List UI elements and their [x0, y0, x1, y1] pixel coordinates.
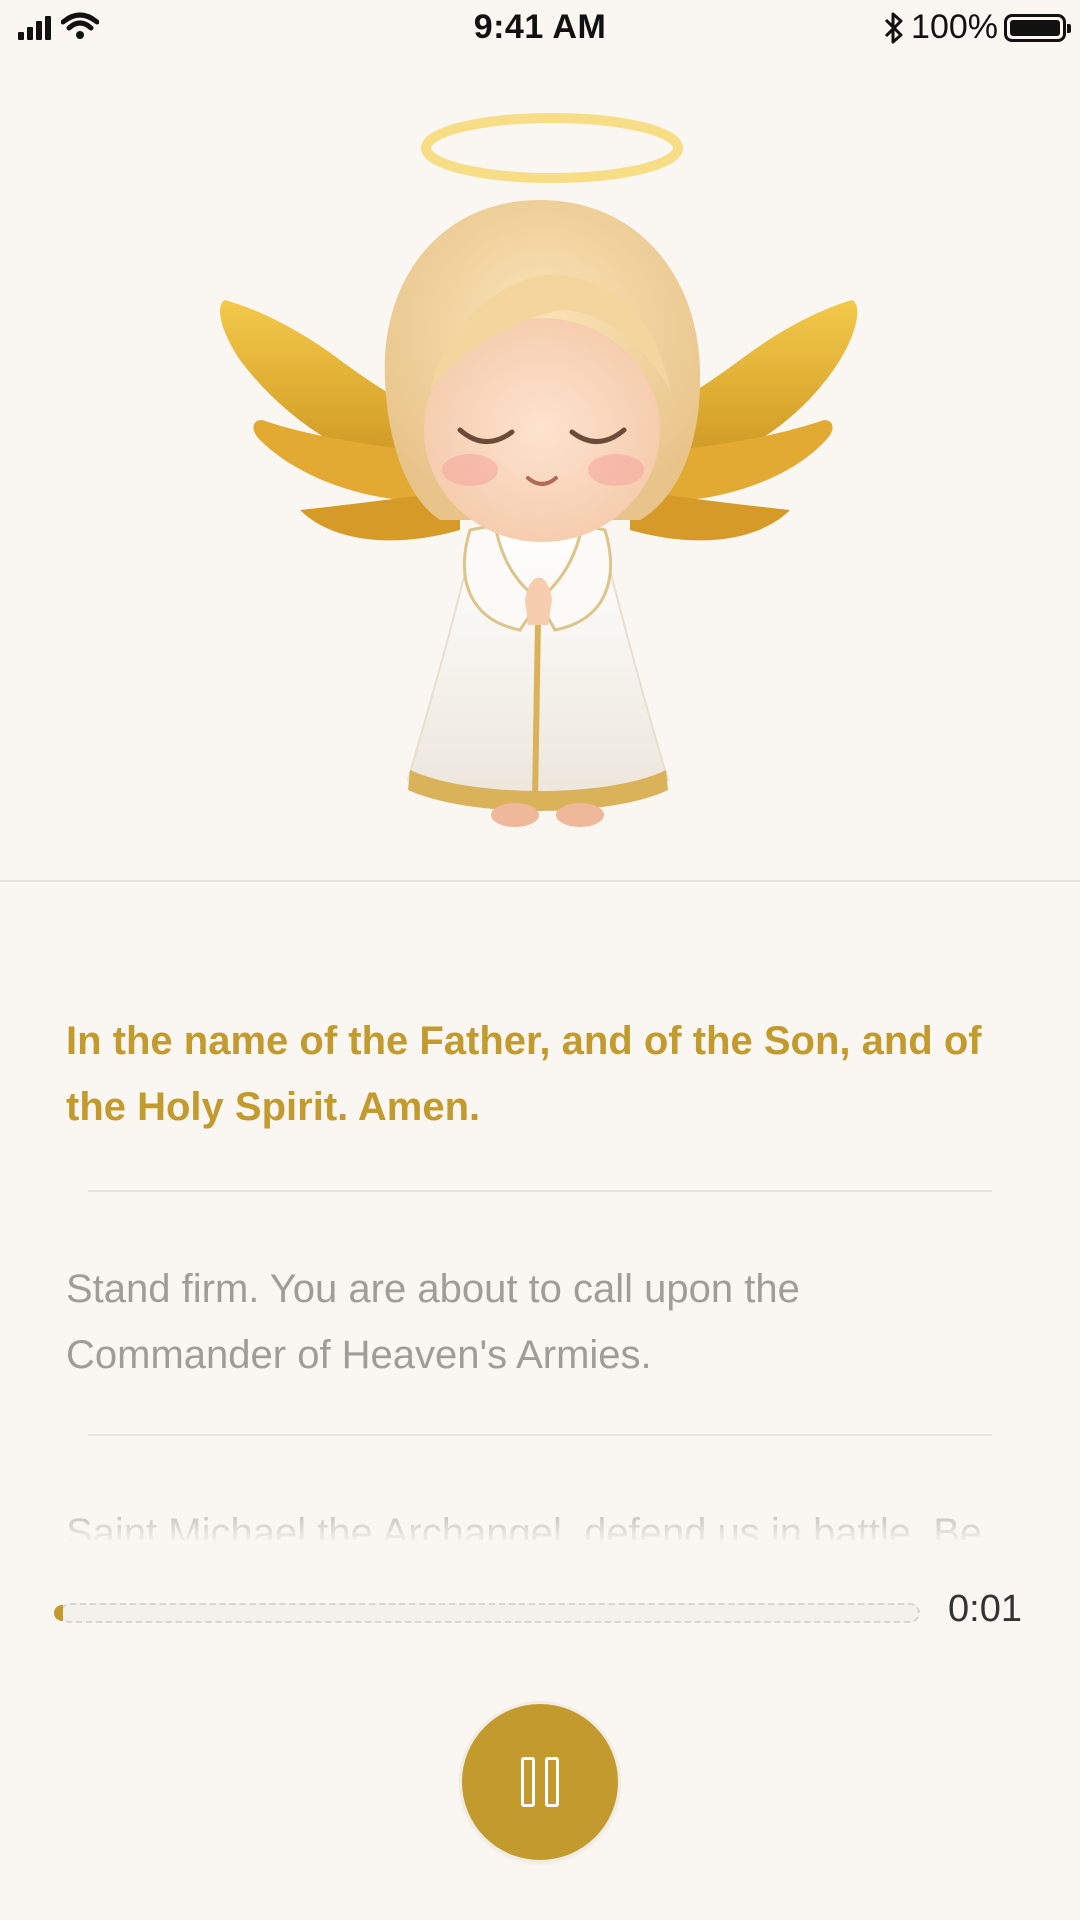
progress-track[interactable] — [60, 1603, 920, 1623]
halo-shape — [421, 113, 683, 183]
battery-percent: 100% — [911, 8, 998, 46]
next-prayer-line: Stand firm. You are about to call upon t… — [66, 1267, 800, 1377]
hero-divider — [0, 880, 1080, 882]
pause-button[interactable] — [462, 1704, 618, 1860]
battery-icon — [1004, 13, 1071, 42]
bluetooth-icon — [884, 12, 903, 43]
line-separator — [88, 1434, 992, 1436]
progress-bar[interactable] — [54, 1603, 926, 1623]
line-separator — [88, 1190, 992, 1192]
status-right: 100% — [883, 8, 1071, 47]
scroll-fade — [0, 1515, 1080, 1565]
praying-angel-illustration — [0, 60, 1080, 880]
elapsed-time: 0:01 — [948, 1588, 1022, 1630]
status-bar: 9:41 AM 100% — [0, 0, 1080, 56]
pause-icon — [521, 1757, 559, 1807]
current-prayer-line: In the name of the Father, and of the So… — [66, 1019, 982, 1129]
progress-fill — [54, 1605, 63, 1621]
